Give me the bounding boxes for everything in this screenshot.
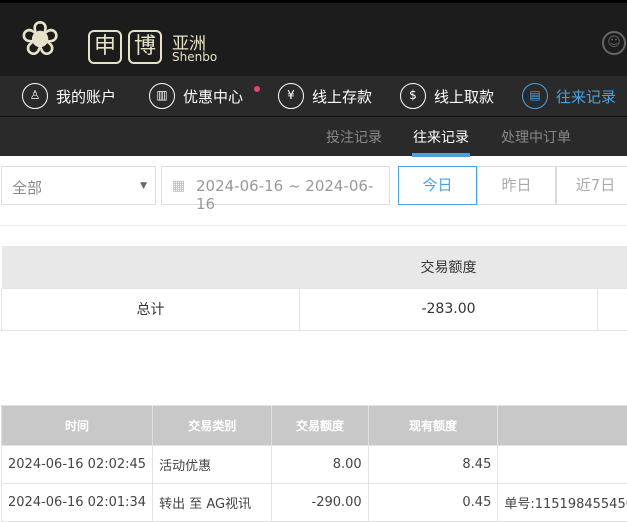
logo-char: 申 [88,30,122,64]
last-7-days-button[interactable]: 近7日 [556,166,627,205]
summary-label: 总计 [2,288,300,330]
notification-dot [254,86,260,92]
col-time: 时间 [2,406,153,446]
col-balance: 现有额度 [368,406,498,446]
col-note [498,406,627,446]
main-nav: ♙ 我的账户 ▥ 优惠中心 ¥ 线上存款 $ 线上取款 ▤ 往来记录 [0,76,627,117]
summary-amount: -283.00 [300,288,598,330]
nav-label: 往来记录 [556,86,616,107]
nav-my-account[interactable]: ♙ 我的账户 [22,82,116,110]
cell-amount: -290.00 [272,484,368,522]
table-row: 2024-06-16 02:01:34 转出 至 AG视讯 -290.00 0.… [2,484,627,522]
cell-balance: 0.45 [368,484,498,522]
nav-label: 优惠中心 [183,86,243,107]
cell-time: 2024-06-16 02:01:34 [2,484,153,522]
type-value: 全部 [12,179,42,197]
sub-tabs: 投注记录 往来记录 处理中订单 [0,117,627,156]
table-row: 2024-06-16 02:02:45 活动优惠 8.00 8.45 [2,446,627,484]
records-icon: ▤ [522,83,548,109]
header: ❀ 申 博 亚洲 Shenbo ☺ [0,0,627,76]
yesterday-button[interactable]: 昨日 [477,166,556,205]
logo-char: 博 [128,30,162,64]
calendar-icon: ▦ [172,178,185,194]
date-range-input[interactable]: ▦2024-06-16 ~ 2024-06-16 [161,166,390,205]
nav-label: 线上存款 [312,86,372,107]
tab-pending-orders[interactable]: 处理中订单 [501,127,571,147]
cell-type: 转出 至 AG视讯 [153,484,272,522]
nav-records[interactable]: ▤ 往来记录 [522,82,616,110]
user-icon[interactable]: ☺ [602,31,626,55]
summary-header: 交易额度 [300,246,598,288]
cell-note [498,446,627,484]
nav-promotions[interactable]: ▥ 优惠中心 [149,82,243,110]
logo-en: Shenbo [172,50,217,64]
cell-type: 活动优惠 [153,446,272,484]
gift-icon: ▥ [149,83,175,109]
today-button[interactable]: 今日 [398,166,477,205]
col-amount: 交易额度 [272,406,368,446]
date-range-value: 2024-06-16 ~ 2024-06-16 [196,177,373,213]
summary-header-blank [2,246,300,288]
cell-time: 2024-06-16 02:02:45 [2,446,153,484]
col-type: 交易类别 [153,406,272,446]
caret-down-icon: ▼ [140,181,147,191]
divider [0,225,627,226]
nav-deposit[interactable]: ¥ 线上存款 [278,82,372,110]
logo-flower-icon: ❀ [20,11,60,67]
user-icon: ♙ [22,83,48,109]
active-tab-indicator [412,153,470,157]
tab-transaction-records[interactable]: 往来记录 [413,127,469,147]
deposit-icon: ¥ [278,83,304,109]
nav-label: 我的账户 [56,86,116,107]
summary-table: 交易额度 总计-283.00 [1,246,627,331]
cell-balance: 8.45 [368,446,498,484]
nav-label: 线上取款 [434,86,494,107]
tab-bet-records[interactable]: 投注记录 [326,127,382,147]
summary-header-blank [598,246,627,288]
records-table: 时间 交易类别 交易额度 现有额度 2024-06-16 02:02:45 活动… [1,405,627,522]
type-select[interactable]: 全部 ▼ [1,166,156,205]
withdraw-icon: $ [400,83,426,109]
summary-blank [598,288,627,330]
nav-withdraw[interactable]: $ 线上取款 [400,82,494,110]
cell-note: 单号:115198455450 [498,484,627,522]
cell-amount: 8.00 [272,446,368,484]
